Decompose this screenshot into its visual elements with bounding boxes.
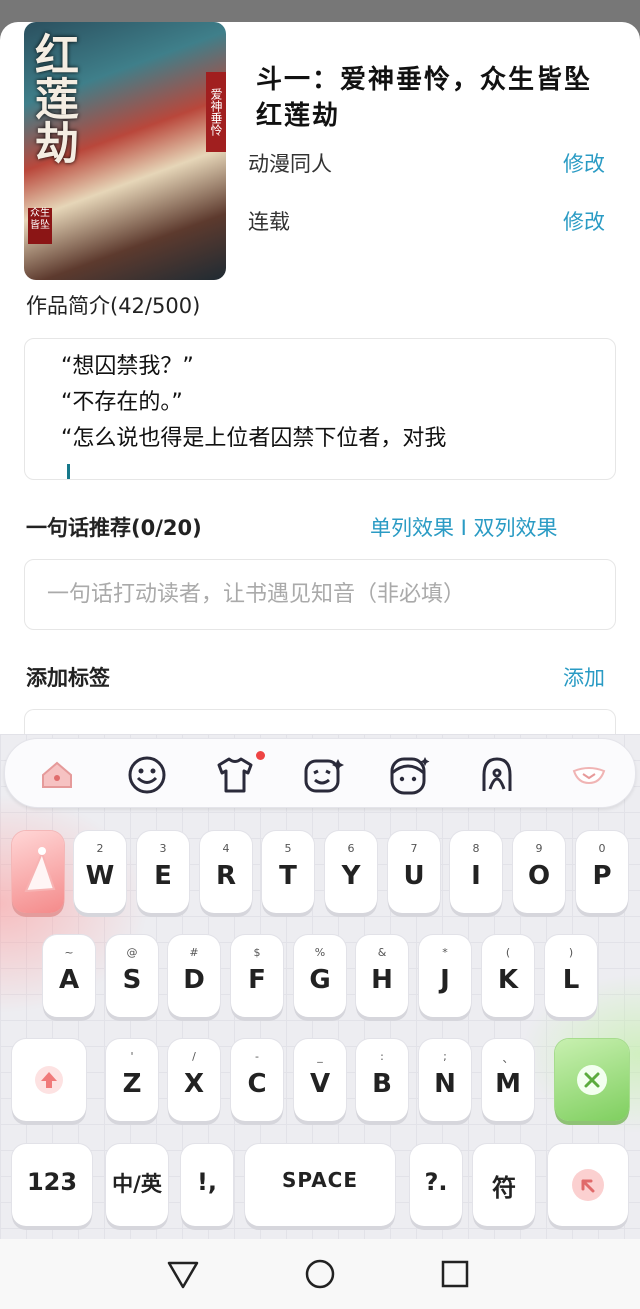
recommend-input[interactable]: 一句话打动读者，让书遇见知音（非必填）: [24, 559, 616, 630]
key-r[interactable]: 4R: [200, 831, 252, 913]
shift-key[interactable]: [12, 1039, 86, 1121]
collapse-icon[interactable]: [567, 753, 611, 797]
emoji-icon[interactable]: [125, 753, 169, 797]
layout-toggle-link[interactable]: 单列效果 I 双列效果: [370, 512, 558, 542]
key-x[interactable]: / X: [168, 1039, 220, 1121]
language-switch-key[interactable]: 中/英: [106, 1144, 168, 1226]
category-label: 动漫同人: [248, 152, 332, 176]
delete-icon: [577, 1065, 607, 1095]
key-e[interactable]: 3E: [137, 831, 189, 913]
key-z[interactable]: ' Z: [106, 1039, 158, 1121]
text-caret: [67, 464, 70, 479]
book-title[interactable]: 斗一：爱神垂怜，众生皆坠红莲劫: [256, 62, 616, 134]
system-navigation-bar: [0, 1239, 640, 1309]
enter-icon: [572, 1169, 604, 1201]
key-a[interactable]: ~ A: [43, 935, 95, 1017]
status-label: 连载: [248, 210, 290, 234]
key-j[interactable]: * J: [419, 935, 471, 1017]
key-s[interactable]: @ S: [106, 935, 158, 1017]
tags-heading: 添加标签: [26, 666, 110, 690]
party-hat-icon: [24, 847, 56, 893]
clothing-skin-icon[interactable]: [213, 753, 257, 797]
key-t[interactable]: 5T: [262, 831, 314, 913]
add-tag-link[interactable]: 添加: [563, 662, 605, 692]
key-u[interactable]: 7U: [388, 831, 440, 913]
key-f[interactable]: $ F: [231, 935, 283, 1017]
key-p[interactable]: 0P: [576, 831, 628, 913]
key-o[interactable]: 9O: [513, 831, 565, 913]
book-cover-image[interactable]: 红莲劫 爱神垂怜 众生皆坠: [24, 22, 226, 280]
key-i[interactable]: 8I: [450, 831, 502, 913]
book-edit-sheet: 红莲劫 爱神垂怜 众生皆坠 斗一：爱神垂怜，众生皆坠红莲劫 动漫同人 修改 连载…: [0, 22, 640, 749]
delete-key[interactable]: [555, 1039, 629, 1121]
numeric-key[interactable]: 123: [12, 1144, 92, 1226]
cover-small-text: 众生皆坠: [28, 208, 52, 244]
avatar-icon[interactable]: [387, 753, 431, 797]
edit-category-link[interactable]: 修改: [563, 148, 605, 178]
symbols-key[interactable]: 符: [473, 1144, 535, 1226]
notification-dot: [256, 751, 265, 760]
synopsis-line-partial: [61, 457, 579, 479]
shift-icon: [35, 1066, 63, 1094]
punctuation-key[interactable]: !,: [181, 1144, 233, 1226]
key-d[interactable]: # D: [168, 935, 220, 1017]
handwriting-icon[interactable]: [475, 753, 519, 797]
space-key[interactable]: SPACE: [245, 1144, 395, 1226]
cover-title-text: 红莲劫: [27, 32, 78, 164]
key-m[interactable]: 、 M: [482, 1039, 534, 1121]
skin-bunny-key[interactable]: [12, 831, 64, 913]
key-l[interactable]: ) L: [545, 935, 597, 1017]
home-icon[interactable]: [303, 1257, 337, 1291]
synopsis-line: “怎么说也得是上位者囚禁下位者，对我: [61, 426, 447, 451]
cover-side-text: 爱神垂怜: [206, 72, 226, 152]
key-h[interactable]: & H: [356, 935, 408, 1017]
sticker-face-icon[interactable]: [301, 753, 345, 797]
back-icon[interactable]: [166, 1257, 200, 1291]
home-icon[interactable]: [35, 753, 79, 797]
edit-status-link[interactable]: 修改: [563, 206, 605, 236]
synopsis-textarea[interactable]: “想囚禁我？” “不存在的。” “怎么说也得是上位者囚禁下位者，对我: [24, 338, 616, 480]
key-c[interactable]: -C: [231, 1039, 283, 1121]
key-y[interactable]: 6Y: [325, 831, 377, 913]
key-w[interactable]: 2W: [74, 831, 126, 913]
key-g[interactable]: % G: [294, 935, 346, 1017]
key-b[interactable]: :B: [356, 1039, 408, 1121]
key-n[interactable]: ; N: [419, 1039, 471, 1121]
enter-key[interactable]: [548, 1144, 628, 1226]
recents-icon[interactable]: [438, 1257, 472, 1291]
key-k[interactable]: (K: [482, 935, 534, 1017]
key-v[interactable]: _ V: [294, 1039, 346, 1121]
soft-keyboard: 2W 3E 4R 5T 6Y 7U 8I 9O 0P ~ A @ S # D $ F %…: [0, 734, 640, 1239]
synopsis-line: “不存在的。”: [61, 390, 183, 415]
keyboard-toolbar: [4, 738, 636, 808]
synopsis-heading: 作品简介(42/500): [26, 294, 201, 318]
recommend-heading: 一句话推荐(0/20): [26, 516, 202, 540]
question-key[interactable]: ?.: [410, 1144, 462, 1226]
synopsis-line: “想囚禁我？”: [61, 354, 194, 379]
